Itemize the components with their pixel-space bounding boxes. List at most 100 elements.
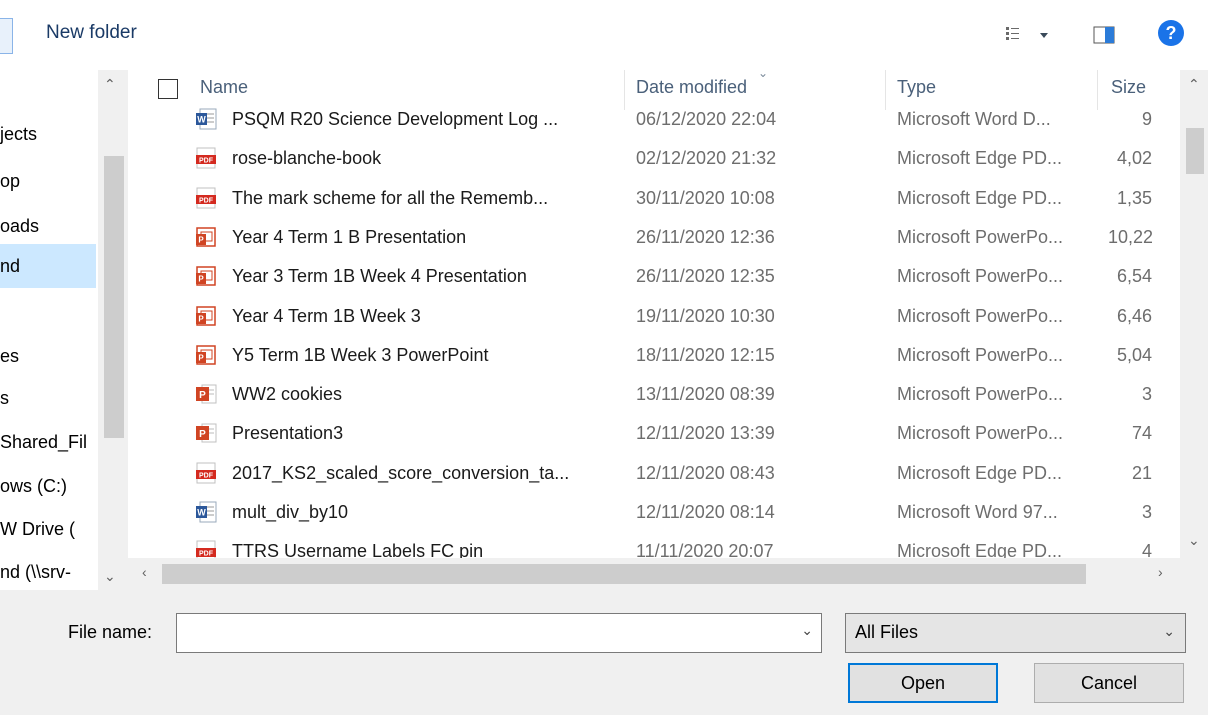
nav-item[interactable]: W Drive ( <box>0 507 96 551</box>
word-file-icon: W <box>194 500 218 524</box>
file-date-cell: 12/11/2020 08:14 <box>636 502 775 522</box>
file-name-label: File name: <box>68 622 153 642</box>
scroll-down-icon[interactable]: ⌄ <box>104 568 116 585</box>
file-row[interactable]: P WW2 cookies 13/11/2020 08:39 Microsoft Po… <box>128 376 1180 414</box>
svg-text:P: P <box>198 314 204 323</box>
file-size-cell: 5,04 <box>1116 344 1152 365</box>
file-list: Name ⌄ Date modified Type Size W PSQM R20… <box>128 70 1208 590</box>
column-name[interactable]: Name <box>200 77 248 98</box>
powerpoint-file-icon: P <box>194 343 218 367</box>
pdf-file-icon: PDF <box>194 186 218 210</box>
file-name-cell: Year 4 Term 1B Week 3 <box>232 305 421 326</box>
powerpoint-file-icon: P <box>194 264 218 288</box>
file-type-cell: Microsoft Word D... <box>897 109 1051 129</box>
nav-item[interactable]: s <box>0 376 96 420</box>
file-size-cell: 4,02 <box>1116 148 1152 169</box>
new-folder-button[interactable]: New folder <box>46 22 137 44</box>
file-name-cell: Y5 Term 1B Week 3 PowerPoint <box>232 344 489 365</box>
nav-item[interactable]: es <box>0 334 96 378</box>
select-all-checkbox[interactable] <box>158 79 178 99</box>
file-type-cell: Microsoft PowerPo... <box>897 384 1064 405</box>
nav-scrollbar[interactable]: ⌃ ⌄ <box>98 70 128 590</box>
file-name-cell: The mark scheme for all the Rememb... <box>232 187 549 208</box>
powerpoint-file-icon: P <box>194 225 218 249</box>
file-name-combobox[interactable]: ⌄ <box>176 613 822 653</box>
file-type-value: All Files <box>855 622 919 642</box>
file-row[interactable]: P Presentation3 12/11/2020 13:39 Microsoft … <box>128 415 1180 453</box>
file-size-cell: 6,46 <box>1116 305 1152 326</box>
pdf-file-icon: PDF <box>194 461 218 485</box>
file-size-cell: 1,35 <box>1116 187 1152 208</box>
details-view-icon <box>1006 27 1048 40</box>
column-size[interactable]: Size <box>1111 77 1146 98</box>
chevron-down-icon[interactable]: ⌄ <box>1163 623 1175 640</box>
file-row[interactable]: P Y5 Term 1B Week 3 PowerPoint 18/11/2020 … <box>128 337 1180 375</box>
file-row[interactable]: PDF rose-blanche-book 02/12/2020 21:32 Micr… <box>128 140 1180 178</box>
file-name-cell: rose-blanche-book <box>232 148 382 169</box>
scroll-up-icon[interactable]: ⌃ <box>104 76 116 93</box>
file-type-cell: Microsoft Edge PD... <box>897 187 1063 208</box>
file-size-cell: 6,54 <box>1116 266 1152 287</box>
toolbar-button-edge[interactable] <box>0 18 13 54</box>
nav-scrollbar-thumb[interactable] <box>104 156 124 438</box>
file-size-cell: 74 <box>1131 423 1152 444</box>
open-button[interactable]: Open <box>848 663 998 703</box>
scroll-right-icon[interactable]: › <box>1158 564 1163 580</box>
chevron-down-icon[interactable]: ⌄ <box>801 622 813 639</box>
scroll-down-icon[interactable]: ⌄ <box>1188 532 1200 549</box>
file-row[interactable]: Wmult_div_by10 12/11/2020 08:14 Microsoft … <box>128 494 1180 532</box>
file-list-horizontal-scrollbar[interactable]: ‹ › <box>128 558 1180 590</box>
nav-item[interactable]: nd <box>0 244 96 288</box>
file-type-cell: Microsoft Edge PD... <box>897 462 1063 483</box>
nav-item[interactable]: oads <box>0 204 96 248</box>
file-type-select[interactable]: All Files ⌄ <box>845 613 1186 653</box>
nav-item[interactable]: ows (C:) <box>0 464 96 508</box>
file-row[interactable]: P Year 3 Term 1B Week 4 Presentation 26/11… <box>128 258 1180 296</box>
file-name-input[interactable] <box>177 614 793 650</box>
file-row[interactable]: PDF The mark scheme for all the Rememb...… <box>128 180 1180 218</box>
file-row[interactable]: P Year 4 Term 1 B Presentation 26/11/2020 … <box>128 219 1180 257</box>
nav-item[interactable]: nd (\\srv- <box>0 550 96 590</box>
column-type[interactable]: Type <box>897 77 936 98</box>
navigation-pane: jects op oads nd es s Shared_Fil ows (C:) W Driv… <box>0 70 128 590</box>
file-row[interactable]: W PSQM R20 Science Development Log ... 06/… <box>128 101 1180 139</box>
svg-text:PDF: PDF <box>199 197 214 204</box>
powerpoint-file-icon: P <box>194 421 218 445</box>
change-view-button[interactable] <box>1000 22 1060 48</box>
preview-pane-button[interactable] <box>1090 22 1120 48</box>
file-name-cell: PSQM R20 Science Development Log ... <box>232 109 559 129</box>
help-icon: ? <box>1158 20 1184 46</box>
svg-text:?: ? <box>1166 23 1177 43</box>
file-date-cell: 02/12/2020 21:32 <box>636 148 777 169</box>
column-date[interactable]: Date modified <box>636 77 747 98</box>
svg-text:PDF: PDF <box>199 158 214 165</box>
scroll-left-icon[interactable]: ‹ <box>142 564 147 580</box>
vertical-scrollbar-thumb[interactable] <box>1186 128 1204 174</box>
nav-item[interactable]: Shared_Fil <box>0 420 96 464</box>
svg-text:P: P <box>199 429 206 440</box>
file-type-cell: Microsoft PowerPo... <box>897 423 1064 444</box>
file-name-cell: Presentation3 <box>232 423 344 444</box>
file-row[interactable]: PDF 2017_KS2_scaled_score_conversion_ta..… <box>128 455 1180 493</box>
file-date-cell: 06/12/2020 22:04 <box>636 109 777 129</box>
chevron-down-icon <box>1040 33 1048 38</box>
scroll-up-icon[interactable]: ⌃ <box>1188 76 1200 93</box>
file-date-cell: 13/11/2020 08:39 <box>636 384 775 405</box>
nav-item[interactable] <box>0 292 96 336</box>
help-button[interactable]: ? <box>1157 19 1185 47</box>
svg-text:P: P <box>198 235 204 244</box>
file-row[interactable]: P Year 4 Term 1B Week 3 19/11/2020 10:30 Mi… <box>128 298 1180 336</box>
svg-text:P: P <box>198 275 204 284</box>
cancel-button[interactable]: Cancel <box>1034 663 1184 703</box>
file-name-cell: 2017_KS2_scaled_score_conversion_ta... <box>232 462 570 483</box>
file-size-cell: 21 <box>1131 462 1152 483</box>
nav-item[interactable]: jects <box>0 112 96 156</box>
file-date-cell: 26/11/2020 12:35 <box>636 266 775 287</box>
file-type-cell: Microsoft PowerPo... <box>897 305 1064 326</box>
nav-item[interactable]: op <box>0 159 96 203</box>
file-date-cell: 12/11/2020 08:43 <box>636 462 775 483</box>
horizontal-scrollbar-thumb[interactable] <box>162 564 1086 584</box>
file-list-vertical-scrollbar[interactable]: ⌃ ⌄ <box>1180 70 1208 590</box>
file-type-cell: Microsoft Word 97... <box>897 502 1058 522</box>
svg-text:P: P <box>198 353 204 362</box>
